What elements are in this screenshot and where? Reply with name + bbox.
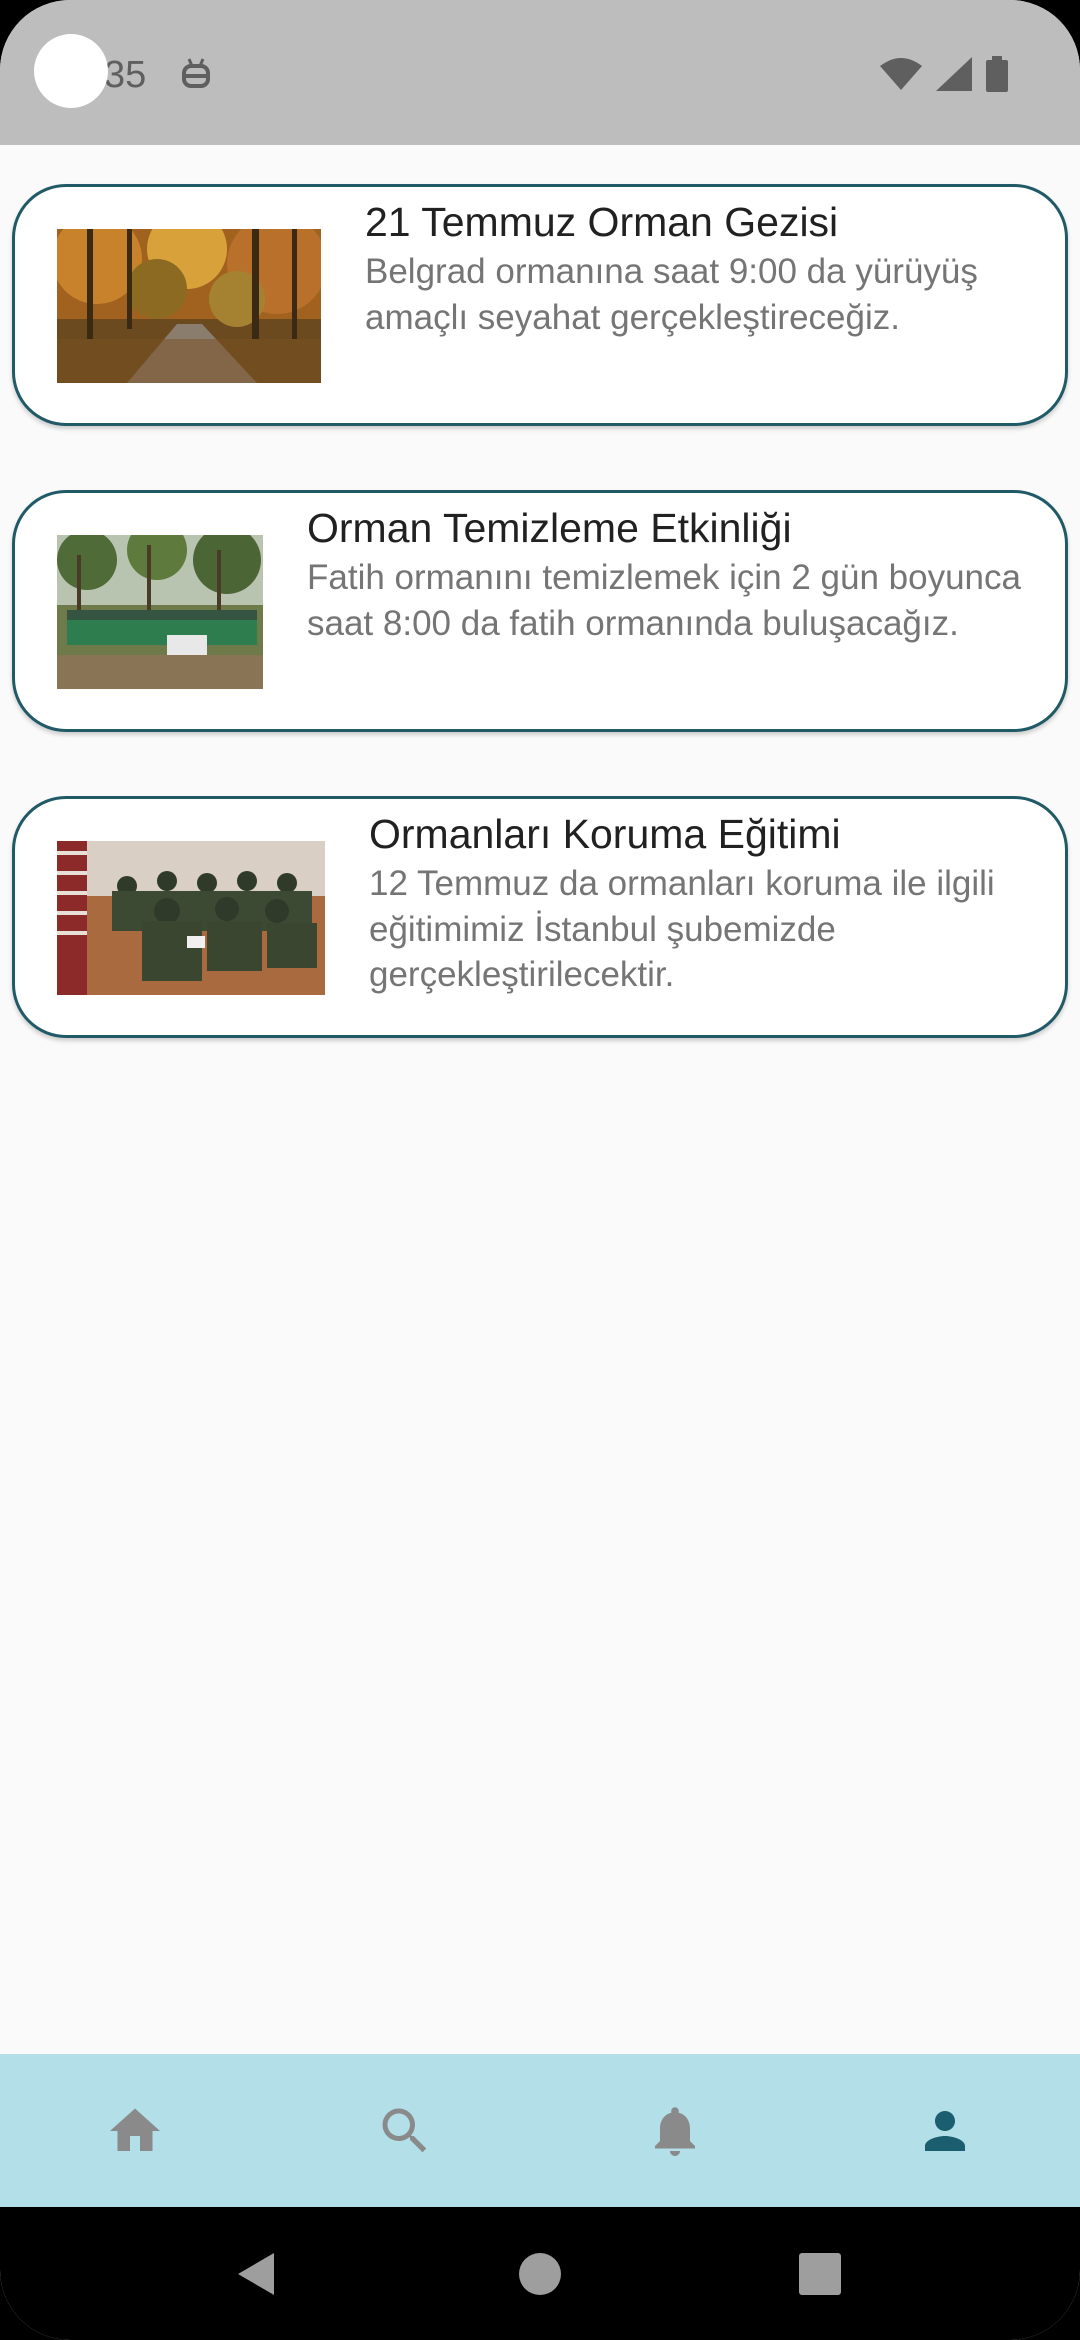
home-icon	[110, 2108, 160, 2151]
event-title: Orman Temizleme Etkinliği	[307, 505, 792, 551]
nav-home[interactable]	[0, 2054, 270, 2207]
nav-notifications[interactable]	[540, 2054, 810, 2207]
bell-icon	[655, 2106, 695, 2156]
camera-cutout	[34, 34, 108, 108]
nav-profile[interactable]	[810, 2054, 1080, 2207]
bottom-navigation	[0, 2054, 1080, 2207]
status-time: 35	[104, 54, 147, 96]
event-description: 12 Temmuz da ormanları koruma ile ilgili…	[369, 864, 995, 995]
status-bar: 35	[0, 0, 1080, 145]
recents-square-icon	[799, 2252, 841, 2295]
recents-button[interactable]	[760, 2207, 880, 2340]
person-icon	[925, 2110, 965, 2151]
wifi-icon	[880, 58, 922, 90]
system-navigation-bar	[0, 2207, 1080, 2340]
event-title: Ormanları Koruma Eğitimi	[369, 811, 841, 857]
status-icons	[880, 56, 1008, 92]
event-card[interactable]: Orman Temizleme Etkinliği Fatih ormanını…	[12, 490, 1068, 732]
event-image	[57, 229, 321, 383]
event-image	[57, 841, 325, 995]
battery-icon	[986, 56, 1008, 92]
event-description: Belgrad ormanına saat 9:00 da yürüyüş am…	[365, 252, 978, 337]
event-text: Orman Temizleme Etkinliği Fatih ormanını…	[307, 501, 1035, 646]
signal-icon	[936, 57, 972, 91]
event-text: Ormanları Koruma Eğitimi 12 Temmuz da or…	[369, 807, 1035, 998]
back-button[interactable]	[196, 2207, 316, 2340]
search-icon	[382, 2108, 427, 2152]
event-image	[57, 535, 263, 689]
event-card[interactable]: Ormanları Koruma Eğitimi 12 Temmuz da or…	[12, 796, 1068, 1038]
android-notification-icon	[182, 58, 210, 88]
event-title: 21 Temmuz Orman Gezisi	[365, 199, 839, 245]
home-button[interactable]	[480, 2207, 600, 2340]
event-card[interactable]: 21 Temmuz Orman Gezisi Belgrad ormanına …	[12, 184, 1068, 426]
event-text: 21 Temmuz Orman Gezisi Belgrad ormanına …	[365, 195, 1035, 340]
event-description: Fatih ormanını temizlemek için 2 gün boy…	[307, 558, 1021, 643]
back-triangle-icon	[238, 2252, 274, 2295]
app-screen: 35 21 Temmuz Orman Gezisi Belgrad ormanı…	[0, 0, 1080, 2340]
nav-search[interactable]	[270, 2054, 540, 2207]
home-circle-icon	[519, 2252, 561, 2295]
